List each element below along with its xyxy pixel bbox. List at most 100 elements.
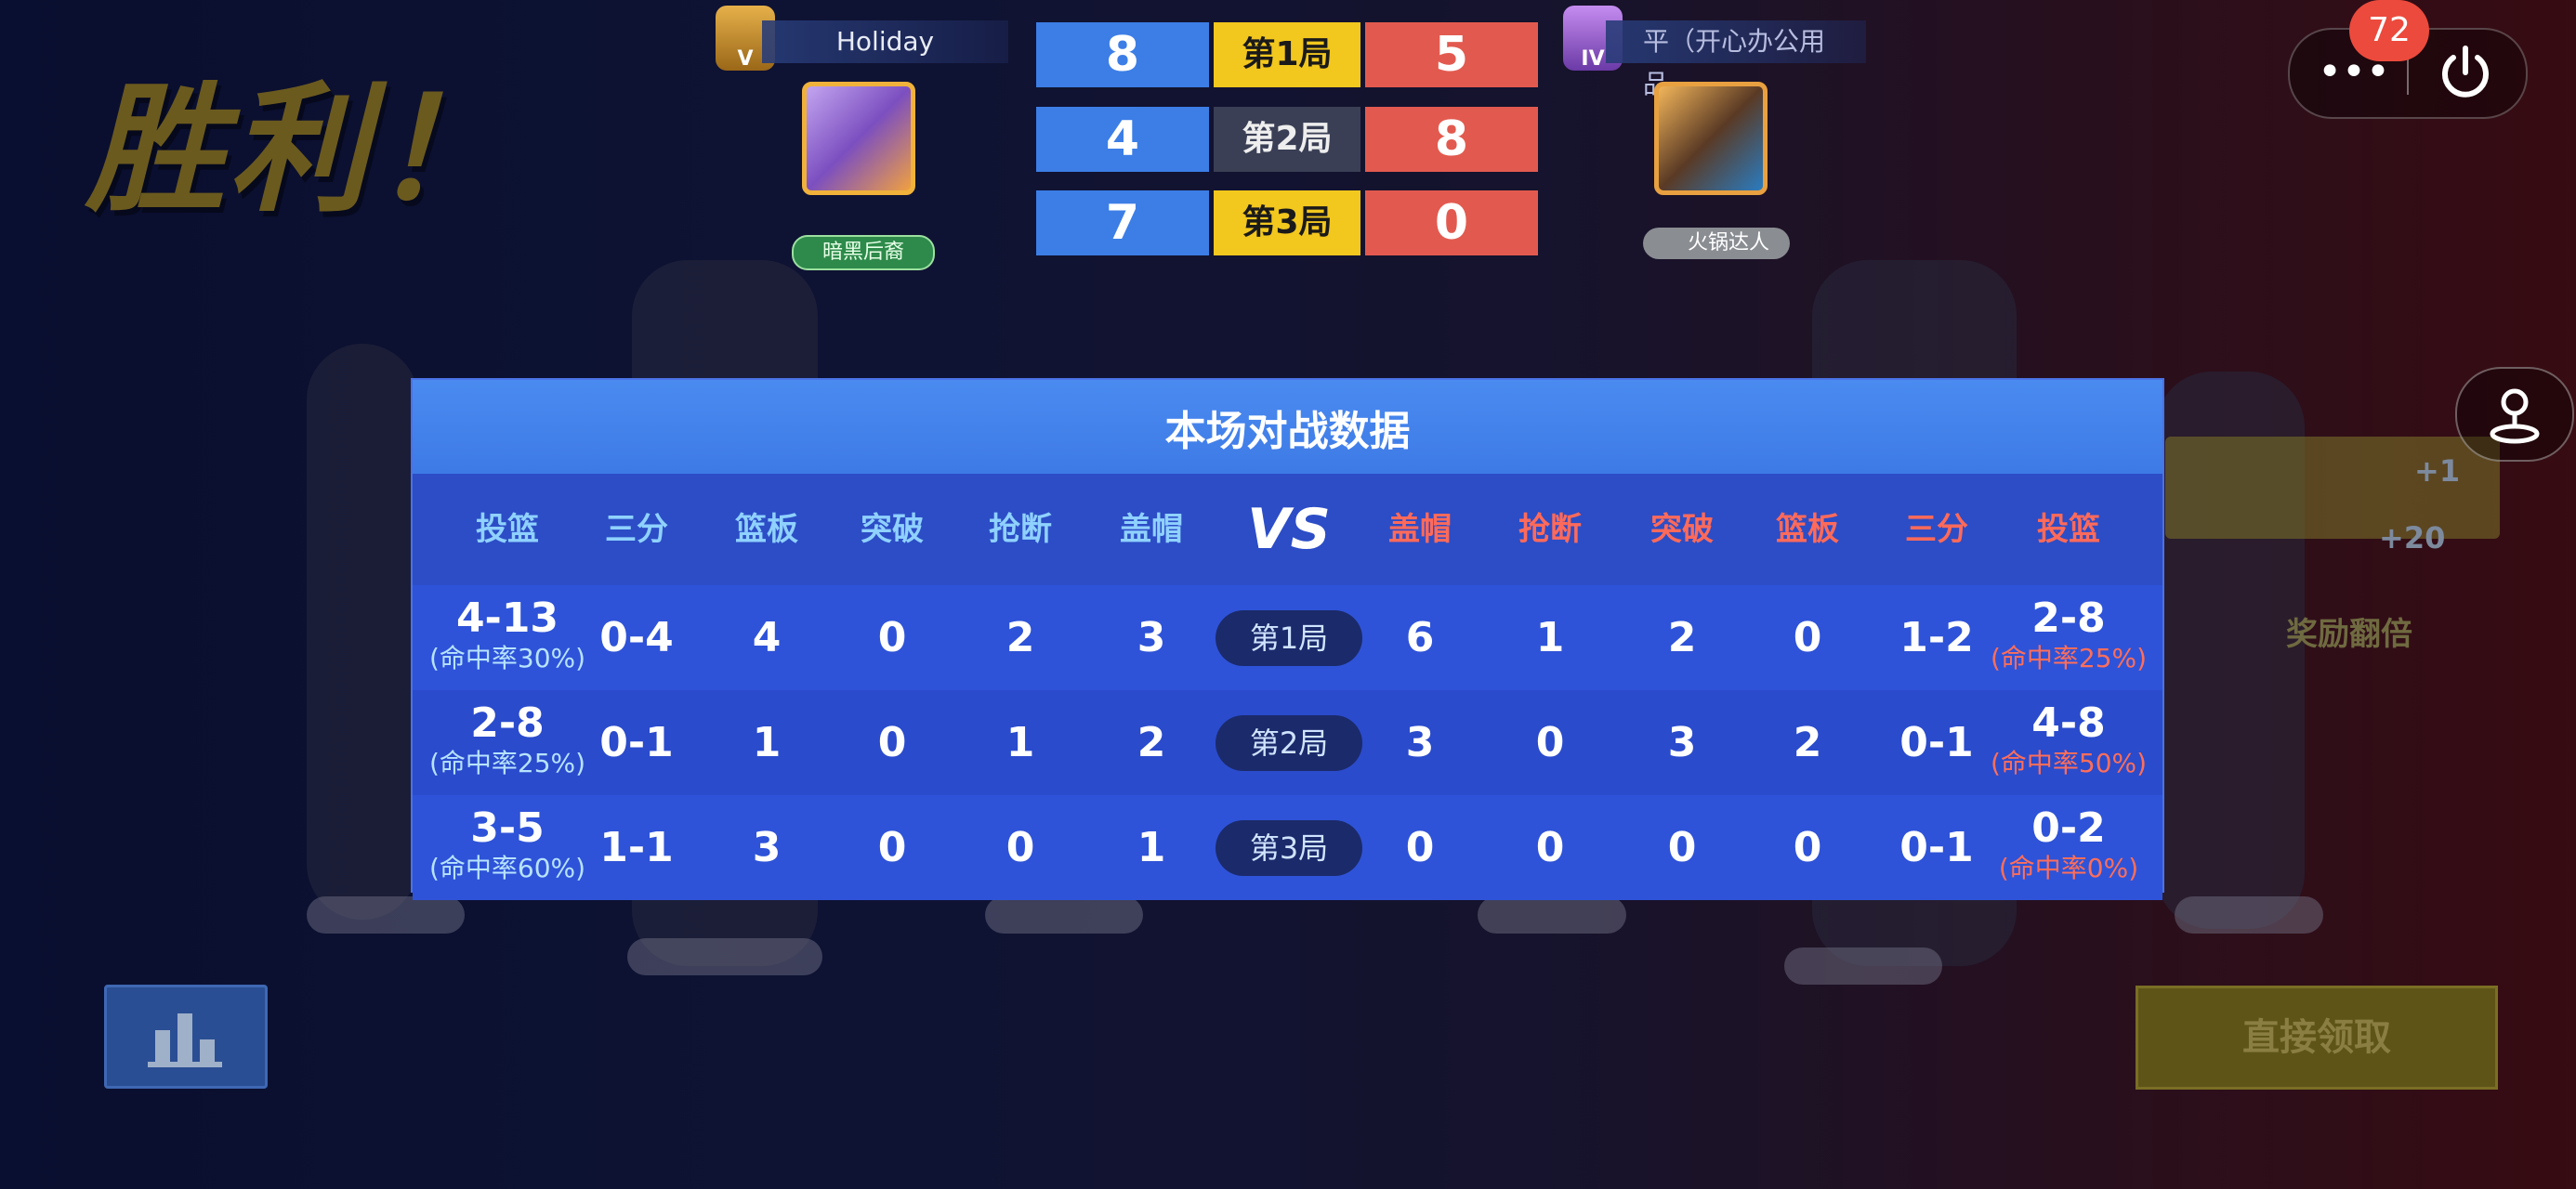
right-shot-stat: 2-8 (命中率25%) [1980,594,2157,674]
header-left-steal: 抢断 [989,511,1052,548]
left-team-name: Holiday [762,20,1008,63]
left-three: 0-4 [599,614,674,661]
header-right-drive: 突破 [1650,511,1714,548]
right-rebound: 2 [1793,719,1822,766]
round-label: 第1局 [1214,22,1360,87]
right-steal: 0 [1535,824,1565,871]
joystick-icon[interactable] [2455,367,2574,462]
right-shot-made: 4-8 [2031,699,2106,747]
right-rank-label: IV [1581,47,1605,71]
left-block: 2 [1137,719,1166,766]
player-shoe [985,896,1143,934]
right-shot-stat: 4-8 (命中率50%) [1980,699,2157,779]
left-rebound: 1 [752,719,782,766]
player-shoe [1784,947,1942,985]
stats-row-round-1: 4-13 (命中率30%) 0-4 4 0 2 3 第1局 6 1 2 0 1-… [413,585,2162,690]
right-score: 5 [1365,22,1538,87]
left-shot-made: 2-8 [470,699,545,747]
right-shot-made: 2-8 [2031,594,2106,642]
right-player-avatar[interactable] [1654,82,1768,195]
left-drive: 0 [877,614,907,661]
left-steal: 2 [1005,614,1035,661]
score-row-3: 7 第3局 0 [1036,190,1538,255]
header-right-steal: 抢断 [1518,511,1582,548]
match-stats-panel: 本场对战数据 投篮 三分 篮板 突破 抢断 盖帽 VS 盖帽 抢断 突破 篮板 … [413,380,2162,900]
left-drive: 0 [877,824,907,871]
header-right-rebound: 篮板 [1776,511,1839,548]
left-shot-stat: 4-13 (命中率30%) [419,594,596,674]
right-shot-stat: 0-2 (命中率0%) [1980,804,2157,884]
left-three: 1-1 [599,824,674,871]
player-silhouette [307,344,418,920]
right-drive: 2 [1667,614,1697,661]
round-pill: 第3局 [1216,820,1362,876]
header-right-three: 三分 [1905,511,1968,548]
header-left-block: 盖帽 [1120,511,1183,548]
left-shot-stat: 2-8 (命中率25%) [419,699,596,779]
right-drive: 0 [1667,824,1697,871]
right-block: 0 [1405,824,1435,871]
right-shot-made: 0-2 [2031,804,2106,852]
score-row-1: 8 第1局 5 [1036,22,1538,87]
round-pill: 第1局 [1216,610,1362,666]
player-shoe [627,938,822,975]
right-block: 6 [1405,614,1435,661]
left-steal: 0 [1005,824,1035,871]
victory-title: 胜利！ [85,70,516,231]
right-shot-pct: (命中率25%) [1990,643,2148,673]
round-label: 第2局 [1214,107,1360,172]
header-left-shot: 投篮 [476,511,539,548]
header-right-shot: 投篮 [2037,511,2100,548]
stats-title: 本场对战数据 [413,380,2162,474]
header-right-block: 盖帽 [1388,511,1452,548]
left-shot-made: 4-13 [455,594,559,642]
left-score: 4 [1036,107,1209,172]
left-shot-pct: (命中率30%) [428,643,586,673]
claim-directly-button[interactable]: 直接领取 [2136,986,2498,1090]
left-block: 1 [1137,824,1166,871]
left-shot-made: 3-5 [470,804,545,852]
right-block: 3 [1405,719,1435,766]
round-pill: 第2局 [1216,715,1362,771]
left-block: 3 [1137,614,1166,661]
left-score: 8 [1036,22,1209,87]
player-shoe [2175,896,2323,934]
right-rebound: 0 [1793,614,1822,661]
right-score: 0 [1365,190,1538,255]
right-steal: 0 [1535,719,1565,766]
player-shoe [307,896,465,934]
reward-plus-twenty: +20 [2379,520,2446,555]
player-shoe [1478,896,1626,934]
reward-double-label: 奖励翻倍 [2286,616,2412,653]
vs-label: VS [1247,497,1331,562]
header-left-drive: 突破 [861,511,924,548]
left-player-avatar[interactable] [802,82,915,195]
stats-row-round-3: 3-5 (命中率60%) 1-1 3 0 0 1 第3局 0 0 0 0 0-1… [413,795,2162,900]
left-three: 0-1 [599,719,674,766]
left-score: 7 [1036,190,1209,255]
left-rebound: 4 [752,614,782,661]
power-icon[interactable] [2435,41,2496,102]
score-row-2: 4 第2局 8 [1036,107,1538,172]
left-rank-label: V [737,47,754,71]
stats-row-round-2: 2-8 (命中率25%) 0-1 1 0 1 2 第2局 3 0 3 2 0-1… [413,690,2162,795]
right-title-tag: 火锅达人 [1643,228,1790,259]
bar-chart-icon[interactable] [104,985,268,1089]
right-steal: 1 [1535,614,1565,661]
notification-badge: 72 [2349,0,2429,61]
left-drive: 0 [877,719,907,766]
right-score: 8 [1365,107,1538,172]
right-drive: 3 [1667,719,1697,766]
right-rebound: 0 [1793,824,1822,871]
left-rebound: 3 [752,824,782,871]
left-shot-pct: (命中率25%) [428,748,586,778]
header-left-rebound: 篮板 [735,511,798,548]
left-steal: 1 [1005,719,1035,766]
stats-header-row: 投篮 三分 篮板 突破 抢断 盖帽 VS 盖帽 抢断 突破 篮板 三分 投篮 [413,474,2162,585]
right-shot-pct: (命中率50%) [1990,748,2148,778]
left-shot-pct: (命中率60%) [428,853,586,883]
left-shot-stat: 3-5 (命中率60%) [419,804,596,884]
round-label: 第3局 [1214,190,1360,255]
header-left-three: 三分 [605,511,668,548]
left-title-tag: 暗黑后裔 [792,235,935,270]
